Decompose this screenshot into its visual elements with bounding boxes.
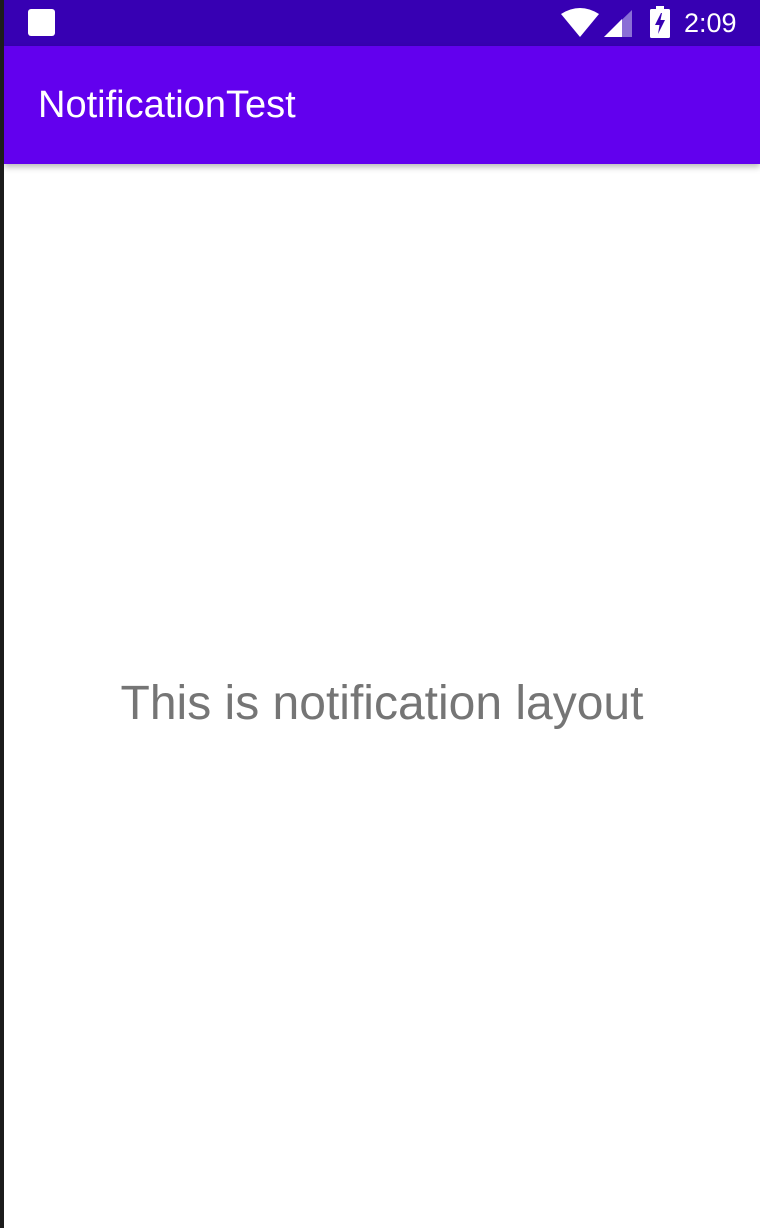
notification-layout-text: This is notification layout bbox=[120, 677, 644, 730]
cell-signal-icon bbox=[604, 10, 632, 37]
phone-screen: 2:09 NotificationTest This is notificati… bbox=[4, 0, 760, 1228]
status-bar: 2:09 bbox=[4, 0, 760, 46]
main-content: This is notification layout bbox=[4, 164, 760, 1228]
battery-charging-icon bbox=[650, 6, 670, 38]
app-bar: NotificationTest bbox=[4, 46, 760, 164]
status-clock: 2:09 bbox=[684, 8, 737, 38]
wifi-icon bbox=[561, 8, 599, 37]
app-title: NotificationTest bbox=[38, 84, 296, 126]
notification-square-icon bbox=[28, 9, 55, 36]
